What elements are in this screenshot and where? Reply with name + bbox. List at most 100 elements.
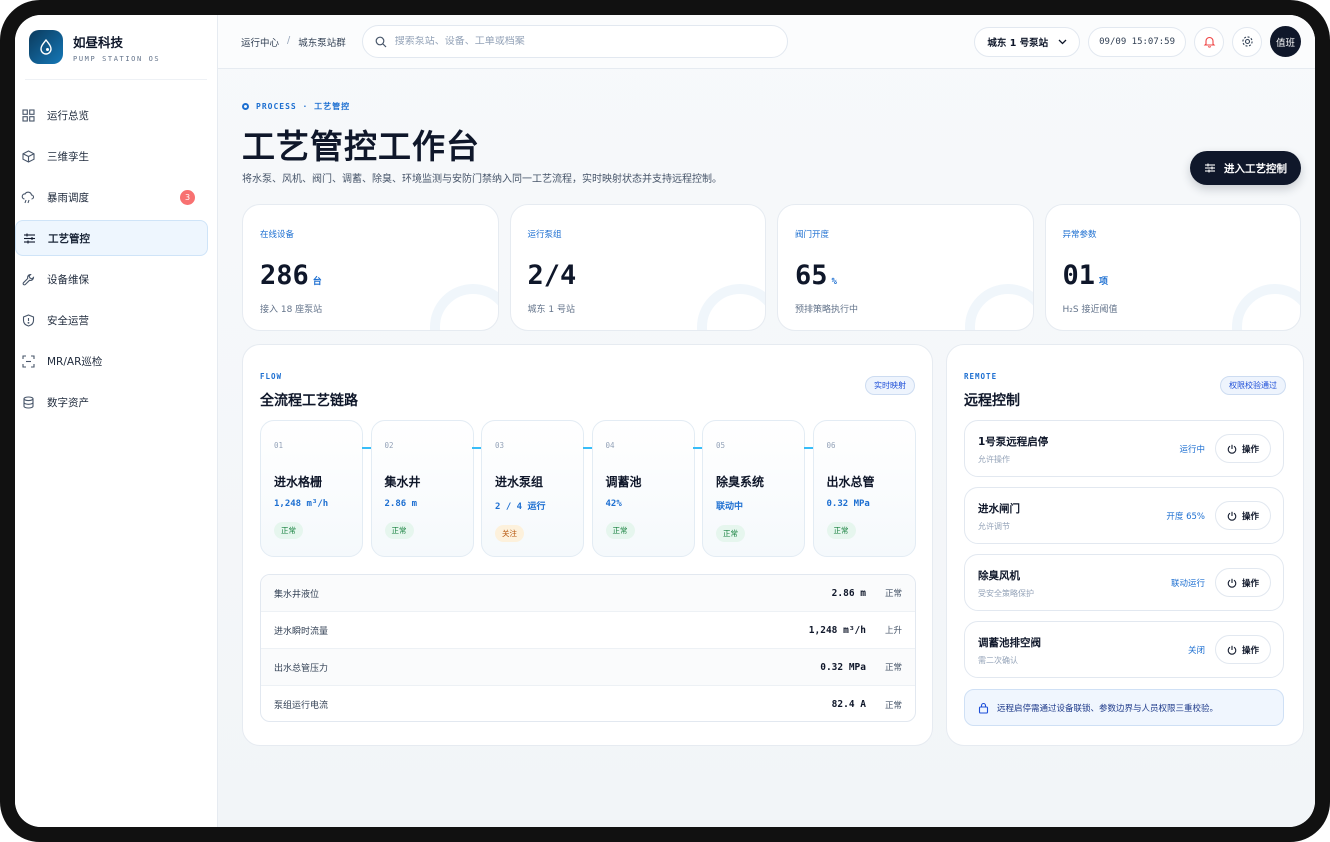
step-name: 进水格栅 xyxy=(274,475,323,489)
notification-button[interactable] xyxy=(1194,26,1224,57)
breadcrumb-item-station-group[interactable]: 城东泵站群 xyxy=(298,35,346,49)
step-status-badge: 正常 xyxy=(605,522,635,539)
remote-control-card: 1号泵远程启停 允许操作 运行中 操作 xyxy=(964,420,1284,477)
permission-pill: 权限校验通过 xyxy=(1220,376,1286,395)
process-step-card[interactable]: 03 进水泵组 2 / 4 运行 关注 xyxy=(481,420,584,557)
sidebar-item-label: 暴雨调度 xyxy=(47,191,89,204)
row-status: 正常 xyxy=(884,700,902,711)
topbar: 运行中心 / 城东泵站群 城东 1 号泵站 09/09 15:07:59 xyxy=(218,15,1315,69)
page-title: 工艺管控工作台 xyxy=(242,127,480,166)
process-step-card[interactable]: 04 调蓄池 42% 正常 xyxy=(591,420,695,557)
operate-button[interactable]: 操作 xyxy=(1215,501,1271,530)
grid-icon xyxy=(21,108,35,122)
step-number: 05 xyxy=(716,441,726,450)
enter-process-control-button[interactable]: 进入工艺控制 xyxy=(1190,151,1301,185)
kpi-decor-ring xyxy=(697,284,766,330)
breadcrumb-separator: / xyxy=(287,34,291,46)
step-status-badge: 正常 xyxy=(716,525,745,542)
kpi-card: 运行泵组 2/4 城东 1 号站 xyxy=(509,204,766,331)
sidebar-item-2[interactable]: 暴雨调度 3 xyxy=(15,179,207,215)
step-name: 进水泵组 xyxy=(495,475,544,489)
sidebar-item-6[interactable]: MR/AR巡检 xyxy=(15,343,207,379)
sidebar-item-label: 工艺管控 xyxy=(48,232,90,245)
search-box[interactable] xyxy=(361,25,788,58)
sliders-icon xyxy=(22,231,36,245)
sidebar-item-7[interactable]: 数字资产 xyxy=(15,384,207,420)
station-select[interactable]: 城东 1 号泵站 xyxy=(974,26,1081,57)
operate-button[interactable]: 操作 xyxy=(1215,568,1271,597)
flow-title: 全流程工艺链路 xyxy=(260,393,358,409)
cube-icon xyxy=(21,149,35,163)
sidebar-item-1[interactable]: 三维孪生 xyxy=(15,138,207,174)
sidebar-item-0[interactable]: 运行总览 xyxy=(15,97,207,133)
operate-button[interactable]: 操作 xyxy=(1215,434,1271,463)
kpi-card: 在线设备 286 台接入 18 座泵站 xyxy=(242,204,499,331)
search-input[interactable] xyxy=(394,36,755,47)
row-value: 2.86 m xyxy=(831,587,866,599)
realtime-pill: 实时映射 xyxy=(865,376,915,395)
sidebar-item-label: MR/AR巡检 xyxy=(47,355,103,368)
user-avatar[interactable]: 值班 xyxy=(1270,26,1301,57)
kpi-decor-ring xyxy=(964,284,1033,330)
step-metric: 2 / 4 运行 xyxy=(495,502,546,512)
remote-control-card: 调蓄池排空阀 需二次确认 关闭 操作 xyxy=(964,621,1284,678)
rain-cloud-icon xyxy=(21,190,35,204)
sidebar-item-label: 三维孪生 xyxy=(47,150,89,163)
process-step-card[interactable]: 01 进水格栅 1,248 m³/h 正常 xyxy=(260,420,363,557)
kpi-value: 65 xyxy=(795,260,828,291)
eyebrow-text: PROCESS · 工艺管控 xyxy=(256,102,351,111)
table-row: 泵组运行电流 82.4 A 正常 xyxy=(261,686,915,721)
sliders-icon xyxy=(1205,163,1215,173)
settings-button[interactable] xyxy=(1232,26,1262,57)
sidebar-item-4[interactable]: 设备维保 xyxy=(15,261,207,297)
kpi-decor-ring xyxy=(1232,284,1301,330)
remote-safety-note: 远程启停需通过设备联锁、参数边界与人员权限三重校验。 xyxy=(964,689,1284,726)
breadcrumb: 运行中心 / 城东泵站群 xyxy=(241,35,346,49)
shield-icon xyxy=(21,313,35,327)
operate-label: 操作 xyxy=(1241,444,1259,455)
table-row: 出水总管压力 0.32 MPa 正常 xyxy=(261,649,915,686)
remote-note-text: 远程启停需通过设备联锁、参数边界与人员权限三重校验。 xyxy=(997,703,1219,714)
kpi-card: 阀门开度 65% 预排策略执行中 xyxy=(777,204,1034,331)
power-icon xyxy=(1227,444,1237,454)
control-state: 联动运行 xyxy=(1170,579,1205,589)
sidebar-item-label: 安全运营 xyxy=(47,314,89,327)
step-number: 06 xyxy=(826,441,836,450)
search-icon xyxy=(375,36,387,47)
sidebar-item-3[interactable]: 工艺管控 xyxy=(15,220,208,256)
kpi-value: 2/4 xyxy=(527,260,577,291)
wrench-icon xyxy=(21,272,35,286)
remote-panel: REMOTE 远程控制 权限校验通过 1号泵远程启停 允许操作 运行中 操作 进水闸门允… xyxy=(946,344,1304,746)
kpi-value: 01 xyxy=(1062,260,1096,291)
kpi-unit: 台 xyxy=(312,277,322,287)
page-subtitle: 将水泵、风机、阀门、调蓄、除臭、环境监测与安防门禁纳入同一工艺流程，实时映射状态… xyxy=(242,174,722,185)
operate-label: 操作 xyxy=(1241,578,1259,589)
power-icon xyxy=(1227,511,1237,521)
row-status: 上升 xyxy=(884,626,902,636)
step-metric: 联动中 xyxy=(716,502,744,512)
process-step-card[interactable]: 02 集水井 2.86 m 正常 xyxy=(370,420,474,557)
brand: 如昼科技 PUMP STATION OS xyxy=(25,15,207,80)
remote-control-card: 进水闸门 允许调节 开度 65% 操作 xyxy=(964,487,1284,544)
process-step-card[interactable]: 06 出水总管 0.32 MPa 正常 xyxy=(812,420,916,557)
logo-icon xyxy=(29,30,63,64)
sidebar-item-label: 运行总览 xyxy=(47,109,89,122)
sidebar-item-label: 设备维保 xyxy=(47,273,89,286)
step-metric: 2.86 m xyxy=(384,499,418,509)
page-eyebrow: PROCESS · 工艺管控 xyxy=(242,101,350,112)
step-metric: 42% xyxy=(605,499,622,509)
process-step-card[interactable]: 05 除臭系统 联动中 正常 xyxy=(702,420,805,557)
row-label: 出水总管压力 xyxy=(274,663,329,674)
sidebar-item-5[interactable]: 安全运营 xyxy=(15,302,207,338)
station-select-value: 城东 1 号泵站 xyxy=(987,37,1049,49)
chevron-down-icon xyxy=(1058,39,1067,44)
breadcrumb-item-center[interactable]: 运行中心 xyxy=(241,35,279,49)
sidebar-item-label: 数字资产 xyxy=(47,396,89,409)
kpi-unit: 项 xyxy=(1099,277,1109,287)
table-row: 进水瞬时流量 1,248 m³/h 上升 xyxy=(261,612,915,649)
operate-button[interactable]: 操作 xyxy=(1215,635,1271,664)
step-number: 01 xyxy=(274,441,284,450)
kpi-label: 在线设备 xyxy=(260,230,295,240)
scan-icon xyxy=(21,354,35,368)
kpi-value: 286 xyxy=(260,260,309,291)
